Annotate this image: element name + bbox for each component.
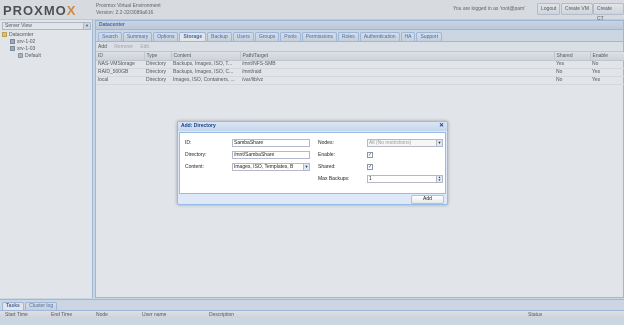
- chevron-down-icon[interactable]: ▼: [436, 140, 442, 146]
- directory-field-value: /mnt/SambaShare: [234, 152, 275, 158]
- add-button[interactable]: Add: [411, 195, 444, 204]
- spin-down-icon[interactable]: ▼: [437, 179, 442, 182]
- shared-label: Shared:: [318, 164, 336, 170]
- nodes-select[interactable]: All (No restrictions) ▼: [367, 139, 443, 147]
- dialog-form: ID: SambaShare Directory: /mnt/SambaShar…: [179, 132, 446, 194]
- enable-checkbox[interactable]: ✓: [367, 152, 373, 158]
- content-select-value: Images, ISO, Templates, B: [234, 164, 294, 170]
- dialog-title-bar: Add: Directory ✕: [178, 122, 447, 131]
- directory-label: Directory:: [185, 152, 207, 158]
- dialog-title: Add: Directory: [181, 123, 216, 129]
- enable-label: Enable:: [318, 152, 335, 158]
- id-label: ID:: [185, 140, 192, 146]
- close-icon[interactable]: ✕: [439, 122, 444, 131]
- id-field-value: SambaShare: [234, 140, 264, 146]
- add-directory-dialog: Add: Directory ✕ ID: SambaShare Director…: [177, 121, 448, 205]
- spinner-icon[interactable]: ▲ ▼: [436, 176, 442, 182]
- content-label: Content:: [185, 164, 204, 170]
- max-backups-label: Max Backups:: [318, 176, 350, 182]
- chevron-down-icon[interactable]: ▼: [303, 164, 309, 170]
- shared-checkbox[interactable]: ✓: [367, 164, 373, 170]
- content-select[interactable]: Images, ISO, Templates, B ▼: [232, 163, 310, 171]
- nodes-label: Nodes:: [318, 140, 334, 146]
- directory-field[interactable]: /mnt/SambaShare: [232, 151, 310, 159]
- id-field[interactable]: SambaShare: [232, 139, 310, 147]
- max-backups-value: 1: [369, 176, 372, 182]
- max-backups-stepper[interactable]: 1 ▲ ▼: [367, 175, 443, 183]
- nodes-select-value: All (No restrictions): [369, 140, 412, 146]
